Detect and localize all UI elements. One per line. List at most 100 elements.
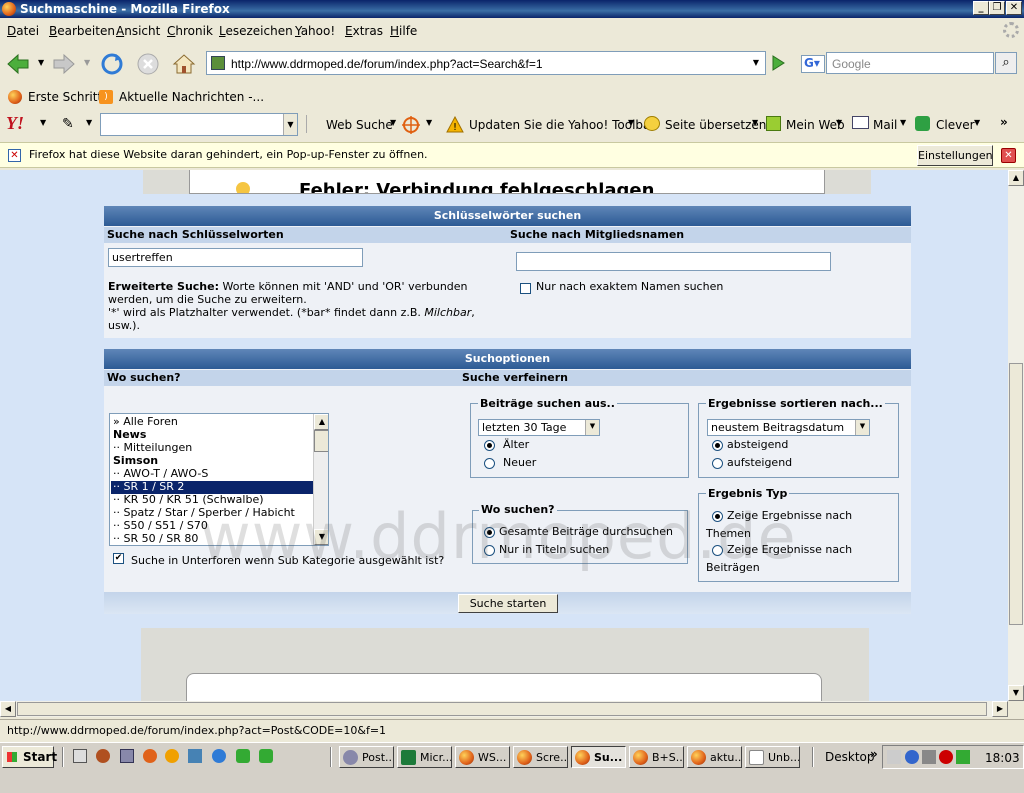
quicklaunch-media-icon[interactable] [165,749,179,763]
maximize-button[interactable]: ❐ [989,1,1005,15]
listbox-scroll-down-icon[interactable]: ▼ [314,529,328,545]
forum-item-s50[interactable]: ·· S50 / S51 / S70 [113,519,208,532]
quicklaunch-gear-icon[interactable] [96,749,110,763]
back-arrow-icon[interactable] [6,52,30,76]
quicklaunch-user-icon[interactable] [236,749,250,763]
quicklaunch-sync-icon[interactable] [212,749,226,763]
search-magnifier-icon[interactable]: ⌕ [995,52,1017,74]
quicklaunch-firefox-icon[interactable] [143,749,157,763]
menu-bearbeiten[interactable]: Bearbeiten [49,24,115,38]
address-bar[interactable]: http://www.ddrmoped.de/forum/index.php?a… [206,51,766,75]
my-web-dropdown-icon[interactable]: ▼ [836,118,842,127]
forum-item-alle[interactable]: » Alle Foren [113,415,178,428]
search-input[interactable]: Google [826,52,994,74]
menu-datei[interactable]: Datei [7,24,39,38]
menu-hilfe[interactable]: Hilfe [390,24,417,38]
menu-ansicht[interactable]: Ansicht [116,24,160,38]
yahoo-dropdown-icon[interactable]: ▼ [40,118,46,127]
exact-name-checkbox[interactable] [520,283,531,294]
tray-network-icon[interactable] [922,750,936,764]
task-bs[interactable]: B+S... [629,746,684,768]
yahoo-search-input[interactable]: ▼ [100,113,298,136]
forum-listbox[interactable]: » Alle Foren News ·· Mitteilungen Simson… [109,413,329,546]
tray-antivirus-icon[interactable] [939,750,953,764]
listbox-scrollbar[interactable]: ▲ ▼ [313,414,328,545]
member-name-input[interactable] [516,252,831,271]
crosshair-dropdown-icon[interactable]: ▼ [426,118,432,127]
horizontal-scroll-thumb[interactable] [17,702,987,716]
mail-dropdown-icon[interactable]: ▼ [900,118,906,127]
pencil-dropdown-icon[interactable]: ▼ [86,118,92,127]
volume-icon[interactable] [887,750,901,764]
task-micr[interactable]: Micr... [397,746,452,768]
minimize-button[interactable]: _ [973,1,989,15]
descending-radio[interactable] [712,440,723,451]
yahoo-logo-icon[interactable]: Y! [6,113,24,134]
menu-chronik[interactable]: Chronik [167,24,213,38]
scroll-up-icon[interactable]: ▲ [1008,170,1024,186]
mail-button[interactable]: Mail [873,118,897,132]
scroll-right-icon[interactable]: ▶ [992,701,1008,717]
task-scre[interactable]: Scre... [513,746,568,768]
vertical-scroll-thumb[interactable] [1009,363,1023,625]
popup-settings-button[interactable]: Einstellungen [917,145,993,166]
desktop-toolbar-label[interactable]: Desktop [825,750,875,764]
yahoo-search-dropdown-icon[interactable]: ▼ [283,114,297,135]
show-posts-radio[interactable] [712,545,723,556]
forum-category-simson[interactable]: Simson [113,454,158,467]
forum-item-mitteilungen[interactable]: ·· Mitteilungen [113,441,192,454]
forum-item-spatz[interactable]: ·· Spatz / Star / Sperber / Habicht [113,506,295,519]
clever-button[interactable]: Clever [936,118,975,132]
stop-icon[interactable] [136,52,160,76]
keyword-input[interactable]: usertreffen [108,248,363,267]
quicklaunch-network-icon[interactable] [188,749,202,763]
back-dropdown-icon[interactable]: ▼ [38,58,44,67]
task-aktu[interactable]: aktu... [687,746,742,768]
sort-dropdown-icon[interactable]: ▼ [855,420,869,435]
timeframe-select[interactable]: letzten 30 Tage ▼ [478,419,600,436]
forum-item-sr1-sr2[interactable]: ·· SR 1 / SR 2 [113,480,184,493]
toolbar-overflow-chevron-icon[interactable]: » [1000,115,1008,129]
menu-extras[interactable]: Extras [345,24,383,38]
quicklaunch-window-icon[interactable] [120,749,134,763]
bookmark-aktuelle-nachrichten[interactable]: Aktuelle Nachrichten -... [119,90,264,104]
older-radio[interactable] [484,440,495,451]
pencil-icon[interactable]: ✎ [62,116,74,132]
task-post[interactable]: Post... [339,746,394,768]
close-window-button[interactable]: ✕ [1006,1,1022,15]
forum-category-news[interactable]: News [113,428,146,441]
vertical-scrollbar[interactable]: ▲ ▼ [1008,170,1024,701]
reload-icon[interactable] [100,52,124,76]
start-search-button[interactable]: Suche starten [458,594,558,613]
listbox-scroll-up-icon[interactable]: ▲ [314,414,328,430]
full-posts-radio[interactable] [484,527,495,538]
task-ws[interactable]: WS... [455,746,510,768]
tray-globe-icon[interactable] [905,750,919,764]
tray-safely-remove-icon[interactable] [956,750,970,764]
timeframe-dropdown-icon[interactable]: ▼ [585,420,599,435]
close-popup-bar-icon[interactable]: ✕ [1001,148,1016,163]
forum-item-sr50[interactable]: ·· SR 50 / SR 80 [113,532,198,545]
listbox-scroll-thumb[interactable] [314,430,328,452]
update-dropdown-icon[interactable]: ▼ [628,118,634,127]
subforum-checkbox[interactable]: ✔ [113,553,124,564]
url-dropdown-icon[interactable]: ▼ [749,54,763,72]
titles-only-radio[interactable] [484,545,495,556]
horizontal-scrollbar[interactable]: ◀ ▶ [0,701,1008,717]
forward-arrow-icon[interactable] [52,52,76,76]
scroll-down-icon[interactable]: ▼ [1008,685,1024,701]
ascending-radio[interactable] [712,458,723,469]
forward-dropdown-icon[interactable]: ▼ [84,58,90,67]
home-icon[interactable] [172,52,196,76]
crosshair-icon[interactable] [402,116,420,134]
forum-item-awo[interactable]: ·· AWO-T / AWO-S [113,467,208,480]
quicklaunch-user2-icon[interactable] [259,749,273,763]
go-icon[interactable] [768,53,788,73]
web-search-dropdown-icon[interactable]: ▼ [390,118,396,127]
start-button[interactable]: Start [2,746,57,768]
menu-lesezeichen[interactable]: Lesezeichen [219,24,293,38]
clever-dropdown-icon[interactable]: ▼ [974,118,980,127]
show-desktop-icon[interactable] [73,749,87,763]
menu-yahoo[interactable]: Yahoo! [295,24,335,38]
sort-select[interactable]: neustem Beitragsdatum ▼ [707,419,870,436]
